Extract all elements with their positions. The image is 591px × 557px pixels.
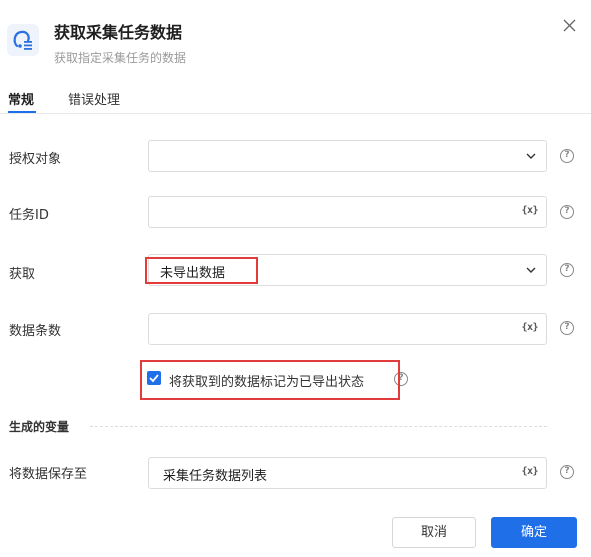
auth-label: 授权对象 (9, 152, 62, 167)
task-id-input[interactable]: {x} (148, 196, 547, 228)
collect-data-icon (7, 24, 39, 56)
task-id-label: 任务ID (9, 208, 49, 223)
variable-icon[interactable]: {x} (521, 466, 538, 477)
help-icon[interactable]: ? (560, 263, 574, 277)
output-value: 采集任务数据列表 (163, 469, 268, 484)
section-title: 生成的变量 (9, 420, 70, 434)
dialog-subtitle: 获取指定采集任务的数据 (54, 51, 187, 65)
highlight-box (140, 360, 400, 400)
tab-divider (0, 113, 591, 114)
help-icon[interactable]: ? (560, 465, 574, 479)
section-divider (90, 426, 547, 427)
chevron-down-icon (526, 267, 536, 273)
tab-general[interactable]: 常规 (8, 89, 34, 108)
output-input[interactable]: 采集任务数据列表 {x} (148, 457, 547, 489)
cancel-button[interactable]: 取消 (392, 517, 476, 548)
help-icon[interactable]: ? (560, 205, 574, 219)
close-icon[interactable] (562, 18, 578, 34)
fetch-label: 获取 (9, 267, 36, 282)
auth-select[interactable] (148, 140, 547, 172)
tab-error-handling[interactable]: 错误处理 (68, 89, 120, 108)
ok-button[interactable]: 确定 (491, 517, 577, 548)
highlight-box (145, 257, 258, 284)
help-icon[interactable]: ? (560, 321, 574, 335)
help-icon[interactable]: ? (560, 149, 574, 163)
count-input[interactable]: {x} (148, 313, 547, 345)
variable-icon[interactable]: {x} (521, 205, 538, 216)
dialog-title: 获取采集任务数据 (54, 23, 183, 42)
count-label: 数据条数 (9, 324, 62, 339)
chevron-down-icon (526, 153, 536, 159)
output-label: 将数据保存至 (9, 467, 88, 482)
variable-icon[interactable]: {x} (521, 322, 538, 333)
